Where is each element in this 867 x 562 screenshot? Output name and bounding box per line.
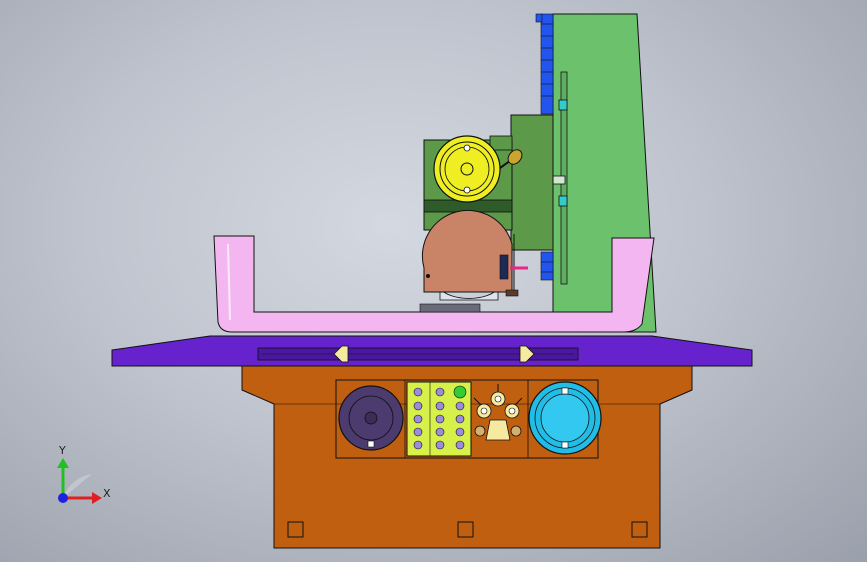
- cad-viewport[interactable]: Y X: [0, 0, 867, 562]
- y-axis-label: Y: [58, 444, 66, 457]
- x-axis-label: X: [103, 487, 111, 500]
- right-control-knob[interactable]: [528, 381, 602, 455]
- z-axis-dot: [58, 493, 68, 503]
- worktable: [111, 335, 753, 367]
- coordinate-triad: Y X: [57, 444, 111, 504]
- grinding-machine-model: Y X: [57, 13, 753, 549]
- left-control-knob[interactable]: [338, 385, 404, 451]
- head-handwheel: [433, 135, 501, 203]
